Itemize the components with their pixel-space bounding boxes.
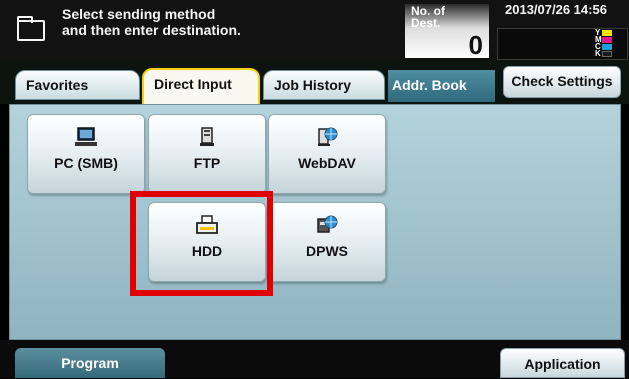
dest-count-value: 0 <box>468 30 483 60</box>
check-settings-button[interactable]: Check Settings <box>503 66 621 98</box>
network-device-icon <box>317 215 338 233</box>
tab-direct-input[interactable]: Direct Input <box>142 68 260 104</box>
destination-count-box: No. of Dest. 0 <box>405 4 489 60</box>
tab-strip: Favorites Direct Input Job History Addr.… <box>0 60 629 104</box>
webdav-button[interactable]: WebDAV <box>268 114 386 194</box>
ftp-button[interactable]: FTP <box>148 114 266 194</box>
toner-yellow-bar <box>602 30 612 36</box>
toner-cyan-bar <box>602 44 612 50</box>
server-icon <box>200 127 214 146</box>
computer-icon <box>75 127 97 146</box>
dpws-button[interactable]: DPWS <box>268 202 386 282</box>
destination-method-panel: PC (SMB) FTP WebDAV HDD DPWS <box>9 104 621 340</box>
toner-magenta-bar <box>602 37 612 43</box>
dpws-label: DPWS <box>306 243 348 259</box>
tab-job-history[interactable]: Job History <box>263 70 385 100</box>
pc-smb-button[interactable]: PC (SMB) <box>27 114 145 194</box>
pc-smb-label: PC (SMB) <box>54 155 118 171</box>
toner-black: K <box>595 49 625 58</box>
instruction-text: Select sending method and then enter des… <box>62 6 241 38</box>
ftp-label: FTP <box>193 155 221 171</box>
program-button[interactable]: Program <box>15 348 165 378</box>
folder-icon <box>17 16 45 41</box>
tab-favorites[interactable]: Favorites <box>15 70 140 100</box>
bottom-bar: Program Application <box>0 340 629 378</box>
webdav-label: WebDAV <box>298 155 356 171</box>
web-server-icon <box>318 127 338 146</box>
status-header: Select sending method and then enter des… <box>0 0 629 60</box>
hdd-highlight-box <box>130 191 273 296</box>
toner-level-indicator: Y M C K <box>497 28 628 60</box>
dest-count-label: No. of Dest. <box>411 4 445 30</box>
date-time: 2013/07/26 14:56 <box>505 2 607 17</box>
application-button[interactable]: Application <box>500 348 625 378</box>
tab-addr-book[interactable]: Addr. Book <box>388 70 495 102</box>
toner-black-bar <box>602 51 612 57</box>
